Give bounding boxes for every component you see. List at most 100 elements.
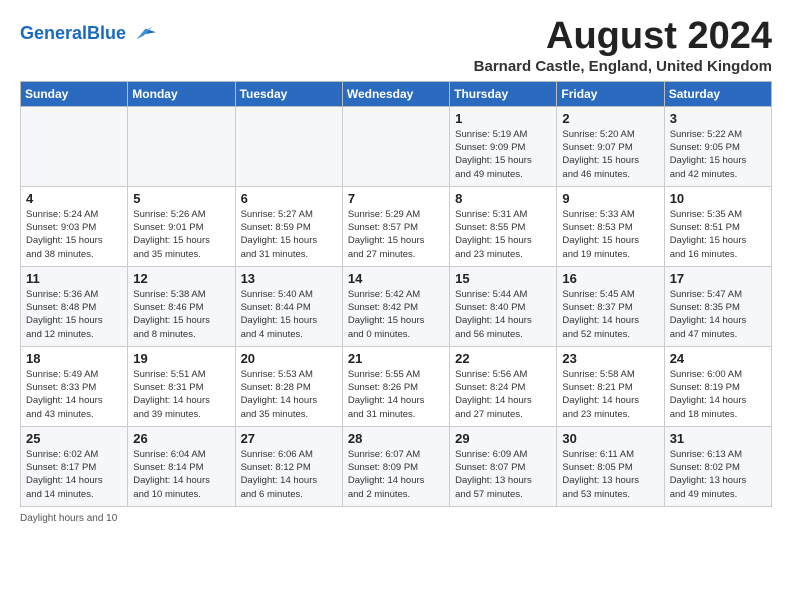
week-row-5: 25Sunrise: 6:02 AM Sunset: 8:17 PM Dayli… bbox=[21, 426, 772, 506]
day-cell-34: 30 Sunrise: 6:11 AM Sunset: 8:05 PM Dayli… bbox=[557, 426, 664, 506]
day-cell-6: 2 Sunrise: 5:20 AM Sunset: 9:07 PM Daylig… bbox=[557, 106, 664, 186]
day-cell-35: 31 Sunrise: 6:13 AM Sunset: 8:02 PM Dayli… bbox=[664, 426, 771, 506]
day-number: 22 bbox=[455, 351, 551, 366]
week-row-1: 1 Sunrise: 5:19 AM Sunset: 9:09 PM Daylig… bbox=[21, 106, 772, 186]
calendar-table: SundayMondayTuesdayWednesdayThursdayFrid… bbox=[20, 81, 772, 507]
calendar-body: 1 Sunrise: 5:19 AM Sunset: 9:09 PM Daylig… bbox=[21, 106, 772, 506]
day-cell-18: 14 Sunrise: 5:42 AM Sunset: 8:42 PM Dayli… bbox=[342, 266, 449, 346]
day-info: Sunrise: 5:58 AM Sunset: 8:21 PM Dayligh… bbox=[562, 368, 658, 421]
col-header-thursday: Thursday bbox=[450, 81, 557, 106]
day-cell-28: 24 Sunrise: 6:00 AM Sunset: 8:19 PM Dayli… bbox=[664, 346, 771, 426]
day-number: 29 bbox=[455, 431, 551, 446]
day-info: Sunrise: 6:07 AM Sunset: 8:09 PM Dayligh… bbox=[348, 448, 444, 501]
day-number: 10 bbox=[670, 191, 766, 206]
day-number: 28 bbox=[348, 431, 444, 446]
day-info: Sunrise: 5:44 AM Sunset: 8:40 PM Dayligh… bbox=[455, 288, 551, 341]
day-info: Sunrise: 5:27 AM Sunset: 8:59 PM Dayligh… bbox=[241, 208, 337, 261]
day-info: Sunrise: 5:38 AM Sunset: 8:46 PM Dayligh… bbox=[133, 288, 229, 341]
day-number: 6 bbox=[241, 191, 337, 206]
day-number: 31 bbox=[670, 431, 766, 446]
day-cell-22: 18 Sunrise: 5:49 AM Sunset: 8:33 PM Dayli… bbox=[21, 346, 128, 426]
day-cell-4 bbox=[342, 106, 449, 186]
day-cell-23: 19 Sunrise: 5:51 AM Sunset: 8:31 PM Dayli… bbox=[128, 346, 235, 426]
day-number: 1 bbox=[455, 111, 551, 126]
day-info: Sunrise: 6:11 AM Sunset: 8:05 PM Dayligh… bbox=[562, 448, 658, 501]
col-header-saturday: Saturday bbox=[664, 81, 771, 106]
week-row-4: 18 Sunrise: 5:49 AM Sunset: 8:33 PM Dayli… bbox=[21, 346, 772, 426]
day-number: 19 bbox=[133, 351, 229, 366]
day-number: 16 bbox=[562, 271, 658, 286]
day-cell-29: 25Sunrise: 6:02 AM Sunset: 8:17 PM Dayli… bbox=[21, 426, 128, 506]
day-cell-16: 12 Sunrise: 5:38 AM Sunset: 8:46 PM Dayli… bbox=[128, 266, 235, 346]
day-cell-10: 6 Sunrise: 5:27 AM Sunset: 8:59 PM Daylig… bbox=[235, 186, 342, 266]
week-row-3: 11 Sunrise: 5:36 AM Sunset: 8:48 PM Dayli… bbox=[21, 266, 772, 346]
day-number: 15 bbox=[455, 271, 551, 286]
day-number: 5 bbox=[133, 191, 229, 206]
day-number: 23 bbox=[562, 351, 658, 366]
day-info: Sunrise: 5:45 AM Sunset: 8:37 PM Dayligh… bbox=[562, 288, 658, 341]
day-info: Sunrise: 5:49 AM Sunset: 8:33 PM Dayligh… bbox=[26, 368, 122, 421]
day-cell-8: 4Sunrise: 5:24 AM Sunset: 9:03 PM Daylig… bbox=[21, 186, 128, 266]
day-info: Sunrise: 5:47 AM Sunset: 8:35 PM Dayligh… bbox=[670, 288, 766, 341]
day-info: Sunrise: 5:19 AM Sunset: 9:09 PM Dayligh… bbox=[455, 128, 551, 181]
page: GeneralBlue August 2024 Barnard Castle, … bbox=[0, 0, 792, 534]
day-info: Sunrise: 6:00 AM Sunset: 8:19 PM Dayligh… bbox=[670, 368, 766, 421]
day-info: Sunrise: 6:09 AM Sunset: 8:07 PM Dayligh… bbox=[455, 448, 551, 501]
day-info: Sunrise: 6:06 AM Sunset: 8:12 PM Dayligh… bbox=[241, 448, 337, 501]
day-cell-20: 16 Sunrise: 5:45 AM Sunset: 8:37 PM Dayli… bbox=[557, 266, 664, 346]
day-cell-13: 9Sunrise: 5:33 AM Sunset: 8:53 PM Daylig… bbox=[557, 186, 664, 266]
day-number: 21 bbox=[348, 351, 444, 366]
day-info: Sunrise: 5:53 AM Sunset: 8:28 PM Dayligh… bbox=[241, 368, 337, 421]
day-info: Sunrise: 5:51 AM Sunset: 8:31 PM Dayligh… bbox=[133, 368, 229, 421]
day-cell-7: 3 Sunrise: 5:22 AM Sunset: 9:05 PM Daylig… bbox=[664, 106, 771, 186]
day-cell-33: 29 Sunrise: 6:09 AM Sunset: 8:07 PM Dayli… bbox=[450, 426, 557, 506]
month-title: August 2024 bbox=[474, 16, 772, 58]
day-number: 27 bbox=[241, 431, 337, 446]
col-header-wednesday: Wednesday bbox=[342, 81, 449, 106]
day-info: Sunrise: 5:40 AM Sunset: 8:44 PM Dayligh… bbox=[241, 288, 337, 341]
day-info: Sunrise: 5:22 AM Sunset: 9:05 PM Dayligh… bbox=[670, 128, 766, 181]
day-cell-24: 20Sunrise: 5:53 AM Sunset: 8:28 PM Dayli… bbox=[235, 346, 342, 426]
day-cell-21: 17Sunrise: 5:47 AM Sunset: 8:35 PM Dayli… bbox=[664, 266, 771, 346]
day-cell-32: 28 Sunrise: 6:07 AM Sunset: 8:09 PM Dayli… bbox=[342, 426, 449, 506]
title-block: August 2024 Barnard Castle, England, Uni… bbox=[474, 16, 772, 75]
day-cell-12: 8 Sunrise: 5:31 AM Sunset: 8:55 PM Daylig… bbox=[450, 186, 557, 266]
day-number: 14 bbox=[348, 271, 444, 286]
day-cell-17: 13Sunrise: 5:40 AM Sunset: 8:44 PM Dayli… bbox=[235, 266, 342, 346]
day-info: Sunrise: 5:24 AM Sunset: 9:03 PM Dayligh… bbox=[26, 208, 122, 261]
day-number: 7 bbox=[348, 191, 444, 206]
day-info: Sunrise: 5:36 AM Sunset: 8:48 PM Dayligh… bbox=[26, 288, 122, 341]
day-number: 3 bbox=[670, 111, 766, 126]
day-number: 26 bbox=[133, 431, 229, 446]
col-header-friday: Friday bbox=[557, 81, 664, 106]
day-number: 24 bbox=[670, 351, 766, 366]
footer: Daylight hours and 10 bbox=[20, 513, 772, 524]
day-info: Sunrise: 5:56 AM Sunset: 8:24 PM Dayligh… bbox=[455, 368, 551, 421]
day-cell-31: 27 Sunrise: 6:06 AM Sunset: 8:12 PM Dayli… bbox=[235, 426, 342, 506]
day-cell-5: 1 Sunrise: 5:19 AM Sunset: 9:09 PM Daylig… bbox=[450, 106, 557, 186]
day-number: 18 bbox=[26, 351, 122, 366]
day-info: Sunrise: 5:20 AM Sunset: 9:07 PM Dayligh… bbox=[562, 128, 658, 181]
header: GeneralBlue August 2024 Barnard Castle, … bbox=[20, 16, 772, 75]
day-cell-25: 21Sunrise: 5:55 AM Sunset: 8:26 PM Dayli… bbox=[342, 346, 449, 426]
day-cell-27: 23 Sunrise: 5:58 AM Sunset: 8:21 PM Dayli… bbox=[557, 346, 664, 426]
day-number: 30 bbox=[562, 431, 658, 446]
day-number: 8 bbox=[455, 191, 551, 206]
day-number: 11 bbox=[26, 271, 122, 286]
header-row: SundayMondayTuesdayWednesdayThursdayFrid… bbox=[21, 81, 772, 106]
day-info: Sunrise: 5:31 AM Sunset: 8:55 PM Dayligh… bbox=[455, 208, 551, 261]
calendar-header: SundayMondayTuesdayWednesdayThursdayFrid… bbox=[21, 81, 772, 106]
week-row-2: 4Sunrise: 5:24 AM Sunset: 9:03 PM Daylig… bbox=[21, 186, 772, 266]
col-header-monday: Monday bbox=[128, 81, 235, 106]
day-number: 12 bbox=[133, 271, 229, 286]
logo-line2: Blue bbox=[87, 23, 126, 43]
day-info: Sunrise: 6:13 AM Sunset: 8:02 PM Dayligh… bbox=[670, 448, 766, 501]
day-cell-26: 22 Sunrise: 5:56 AM Sunset: 8:24 PM Dayli… bbox=[450, 346, 557, 426]
day-number: 25 bbox=[26, 431, 122, 446]
day-cell-14: 10Sunrise: 5:35 AM Sunset: 8:51 PM Dayli… bbox=[664, 186, 771, 266]
day-info: Sunrise: 5:42 AM Sunset: 8:42 PM Dayligh… bbox=[348, 288, 444, 341]
day-number: 2 bbox=[562, 111, 658, 126]
footer-text: Daylight hours and 10 bbox=[20, 513, 117, 524]
logo: GeneralBlue bbox=[20, 20, 156, 48]
day-number: 9 bbox=[562, 191, 658, 206]
